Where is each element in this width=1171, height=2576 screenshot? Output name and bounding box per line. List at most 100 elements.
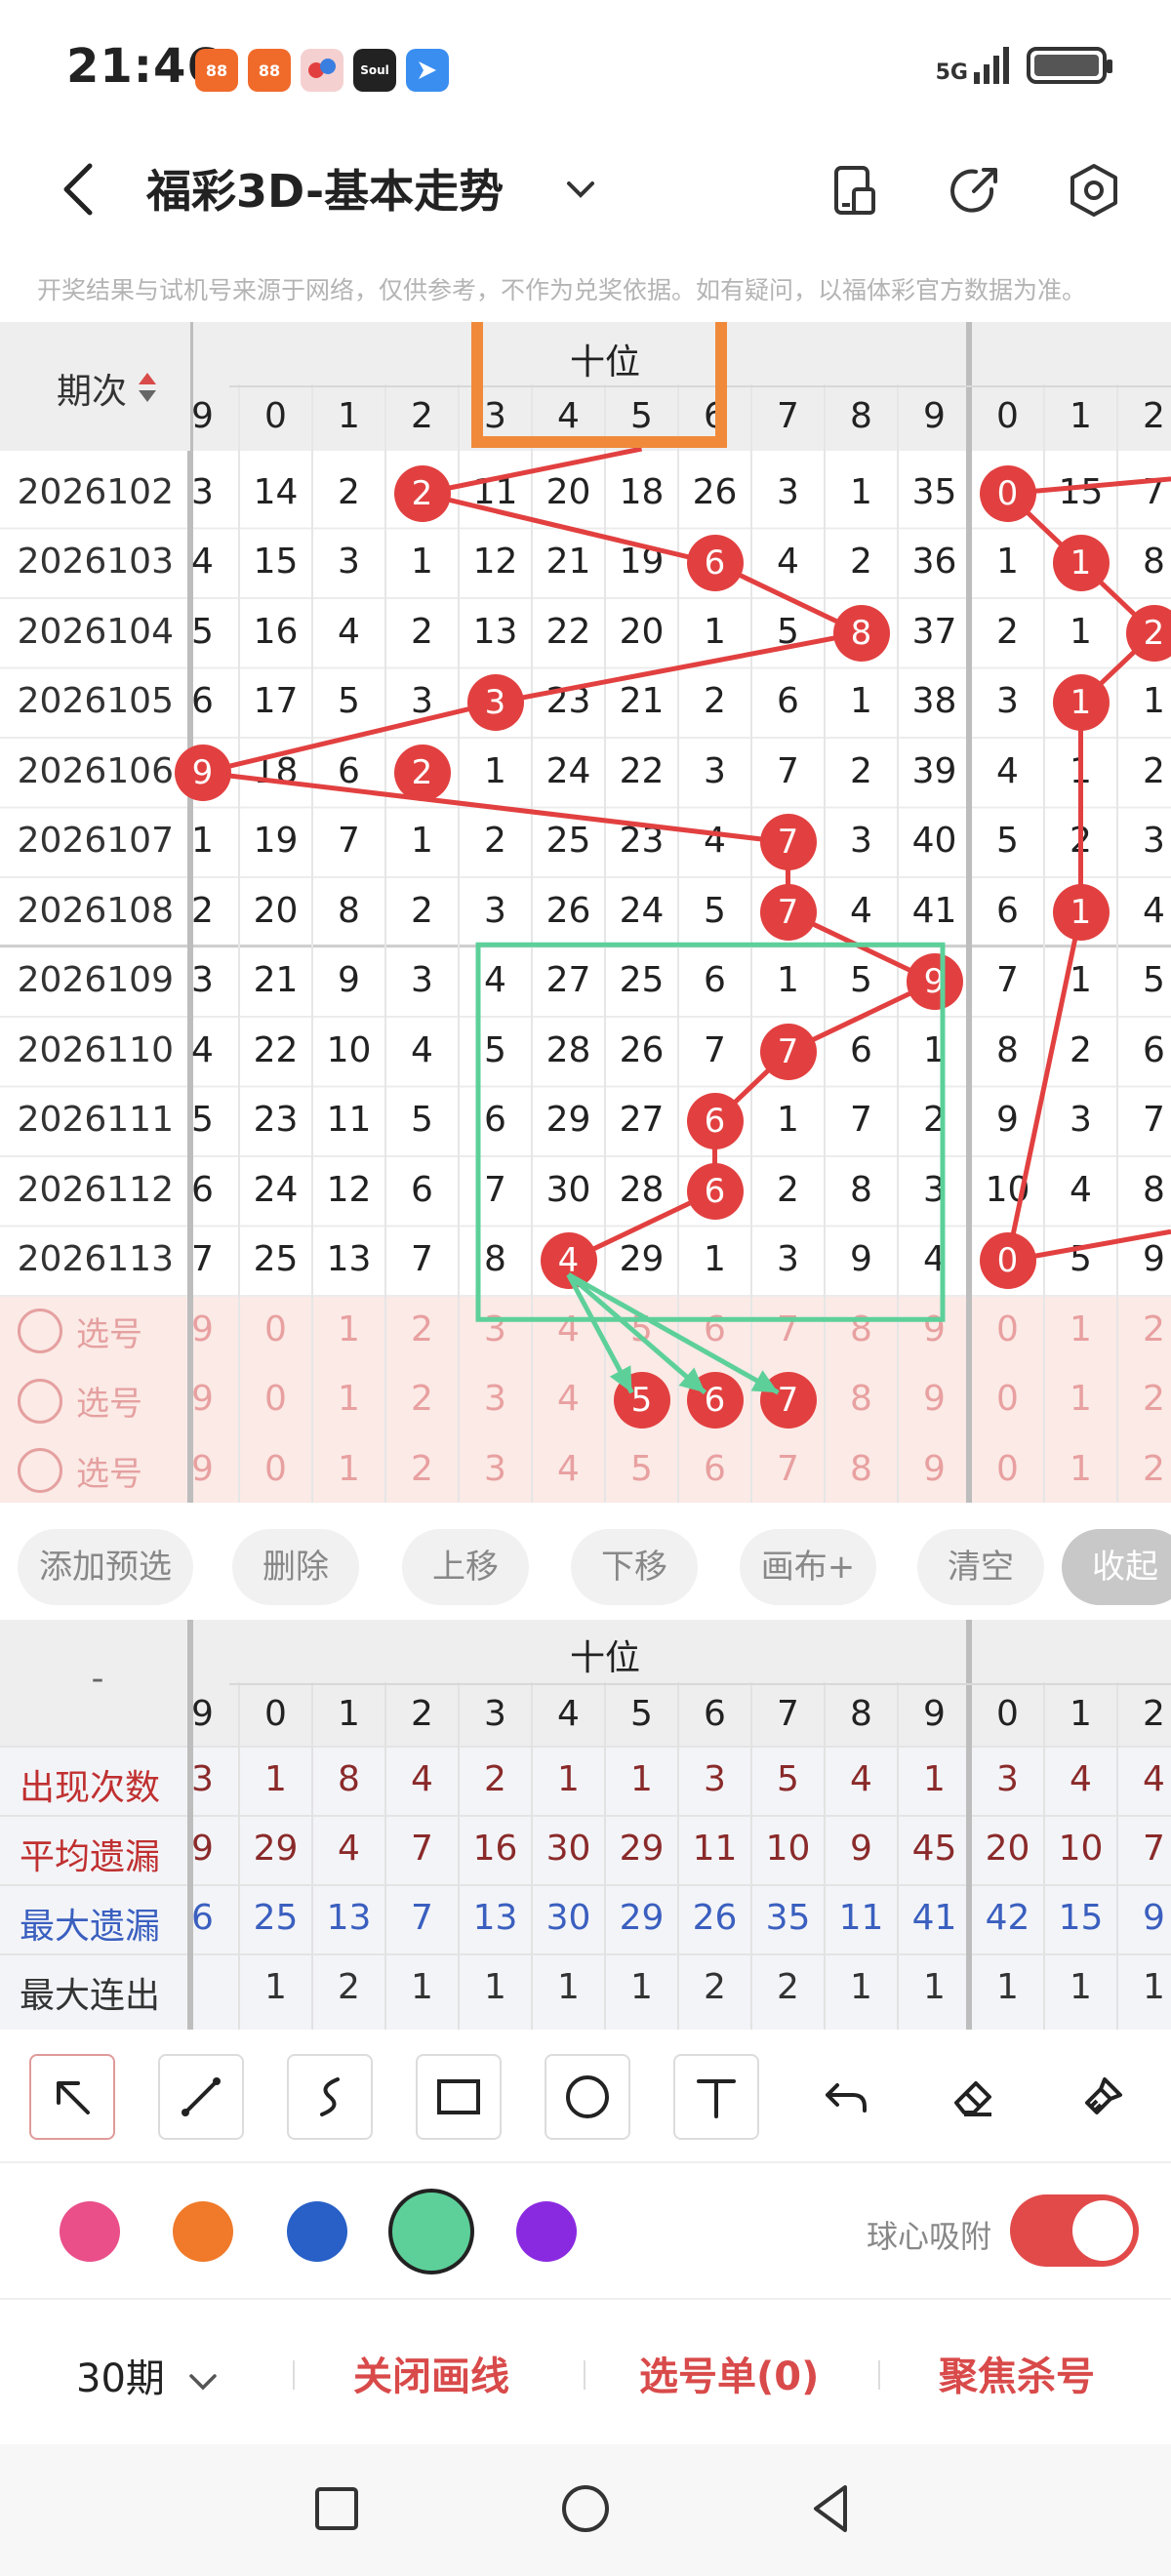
pick-number-cell[interactable]: 1	[1044, 1309, 1117, 1349]
pick-row-select[interactable]: 选号	[18, 1308, 142, 1355]
select-tool[interactable]	[29, 2054, 115, 2140]
brush-clear-tool[interactable]	[1060, 2054, 1146, 2140]
pick-number-cell[interactable]: 1	[1044, 1449, 1117, 1489]
settings-icon[interactable]	[1064, 160, 1124, 221]
omission-cell: 1	[1070, 750, 1092, 791]
color-swatch[interactable]	[516, 2201, 577, 2262]
circle-tool[interactable]	[545, 2054, 630, 2140]
freehand-tool[interactable]	[287, 2054, 373, 2140]
pick-number-cell[interactable]: 8	[825, 1449, 898, 1489]
collapse-button[interactable]: 收起	[1062, 1529, 1171, 1605]
pick-number-cell[interactable]: 5	[605, 1309, 678, 1349]
pick-number-cell[interactable]: 5	[605, 1449, 678, 1489]
omission-cell: 35	[911, 471, 957, 512]
home-icon[interactable]	[556, 2479, 615, 2538]
pick-number-cell[interactable]: 1	[312, 1309, 385, 1349]
layout-switch-icon[interactable]	[825, 160, 885, 221]
stats-cell: 29	[619, 1829, 665, 1869]
pick-number-cell[interactable]: 0	[971, 1379, 1044, 1419]
pick-number-cell[interactable]: 3	[459, 1449, 532, 1489]
pick-number-cell[interactable]: 9	[166, 1379, 239, 1419]
pick-number-cell[interactable]: 9	[166, 1309, 239, 1349]
omission-cell: 26	[545, 890, 591, 931]
page-title[interactable]: 福彩3D-基本走势	[146, 156, 504, 221]
pick-number-cell[interactable]: 0	[971, 1309, 1044, 1349]
pick-number-cell[interactable]: 2	[1117, 1309, 1171, 1349]
pick-number-cell[interactable]: 0	[239, 1379, 312, 1419]
add-preselect-button[interactable]: 添加预选	[18, 1529, 193, 1605]
chevron-down-icon[interactable]	[561, 170, 600, 209]
pick-number-cell[interactable]: 4	[532, 1449, 605, 1489]
pick-number-cell[interactable]: 8	[825, 1309, 898, 1349]
canvas-plus-button[interactable]: 画布+	[740, 1529, 876, 1605]
period-column-header[interactable]: 期次	[0, 322, 190, 451]
focus-kill-button[interactable]: 聚焦杀号	[939, 2345, 1095, 2401]
pick-number-cell[interactable]: 2	[385, 1379, 459, 1419]
omission-cell: 5	[850, 960, 872, 1001]
share-icon[interactable]	[945, 160, 1005, 221]
pick-number-cell[interactable]: 0	[239, 1309, 312, 1349]
omission-cell: 1	[484, 750, 506, 791]
snap-to-ball-toggle[interactable]	[1010, 2194, 1139, 2267]
draw-number-ball: 2	[393, 744, 451, 801]
eraser-tool[interactable]	[931, 2054, 1017, 2140]
pick-number-cell[interactable]: 1	[1044, 1379, 1117, 1419]
line-tool[interactable]	[158, 2054, 244, 2140]
delete-button[interactable]: 删除	[232, 1529, 359, 1605]
arrow-pointer-icon	[57, 2081, 90, 2114]
pick-number-cell[interactable]: 7	[751, 1449, 825, 1489]
undo-tool[interactable]	[802, 2054, 888, 2140]
pick-number-cell[interactable]: 2	[1117, 1379, 1171, 1419]
picked-number-ball[interactable]: 5	[613, 1372, 670, 1429]
pick-number-cell[interactable]: 9	[166, 1449, 239, 1489]
stats-cell: 1	[923, 1967, 946, 2007]
pick-number-cell[interactable]: 3	[459, 1379, 532, 1419]
stats-cell: 11	[692, 1829, 738, 1869]
pick-number-cell[interactable]: 4	[532, 1379, 605, 1419]
color-swatch[interactable]	[287, 2201, 347, 2262]
color-swatch[interactable]	[173, 2201, 233, 2262]
move-up-button[interactable]: 上移	[402, 1529, 529, 1605]
close-lines-button[interactable]: 关闭画线	[353, 2345, 509, 2401]
pick-number-cell[interactable]: 0	[239, 1449, 312, 1489]
move-down-button[interactable]: 下移	[571, 1529, 698, 1605]
pick-number-cell[interactable]: 9	[898, 1309, 971, 1349]
pick-row-select[interactable]: 选号	[18, 1377, 142, 1425]
pick-number-cell[interactable]: 9	[898, 1379, 971, 1419]
back-icon[interactable]	[49, 158, 107, 221]
picked-number-ball[interactable]: 7	[759, 1372, 817, 1429]
picked-number-ball[interactable]: 6	[686, 1372, 744, 1429]
pick-number-cell[interactable]: 7	[751, 1309, 825, 1349]
color-swatch[interactable]	[388, 2189, 474, 2274]
pick-number-cell[interactable]: 1	[312, 1449, 385, 1489]
pick-number-cell[interactable]: 2	[385, 1449, 459, 1489]
rectangle-tool[interactable]	[416, 2054, 502, 2140]
period-range-select[interactable]: 30期	[76, 2347, 221, 2403]
pick-number-cell[interactable]: 0	[971, 1449, 1044, 1489]
pick-number-cell[interactable]: 2	[1117, 1449, 1171, 1489]
pick-number-cell[interactable]: 3	[459, 1309, 532, 1349]
pick-number-cell[interactable]: 8	[825, 1379, 898, 1419]
status-bar: 21:46 88 88 Soul 5G	[0, 0, 1171, 137]
pick-number-cell[interactable]: 6	[678, 1309, 751, 1349]
omission-cell: 7	[850, 1100, 872, 1141]
pick-number-cell[interactable]: 6	[678, 1449, 751, 1489]
pick-number-cell[interactable]: 1	[312, 1379, 385, 1419]
clear-button[interactable]: 清空	[917, 1529, 1044, 1605]
draw-number-ball: 6	[686, 1093, 744, 1150]
pick-row-select[interactable]: 选号	[18, 1447, 142, 1495]
pick-list-button[interactable]: 选号单(0)	[639, 2345, 819, 2401]
omission-cell: 4	[191, 1029, 214, 1070]
omission-cell: 2	[411, 890, 433, 931]
back-nav-icon[interactable]	[802, 2479, 861, 2538]
recent-apps-icon[interactable]	[307, 2479, 366, 2538]
trend-chart[interactable]: 期次 十位 9 0 1 2 3 4 5 6 7 8 9 0 1 2 2026102 3 14 2 11 20 18 26 3 1…	[0, 322, 1171, 1503]
pick-number-cell[interactable]: 9	[898, 1449, 971, 1489]
omission-cell: 4	[191, 542, 214, 583]
draw-number-ball: 6	[686, 1162, 744, 1220]
text-tool[interactable]	[673, 2054, 759, 2140]
color-swatch[interactable]	[60, 2201, 120, 2262]
stats-cell: 3	[191, 1759, 214, 1799]
pick-number-cell[interactable]: 4	[532, 1309, 605, 1349]
pick-number-cell[interactable]: 2	[385, 1309, 459, 1349]
